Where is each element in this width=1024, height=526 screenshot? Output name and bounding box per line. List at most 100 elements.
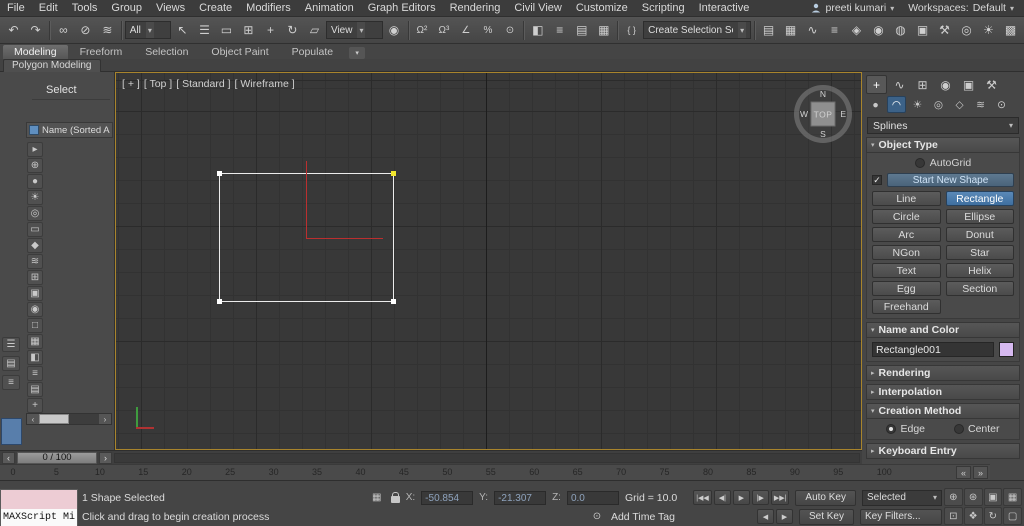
use-pivot-point-center[interactable]: ◉ (384, 20, 405, 41)
render-production[interactable]: ▣ (912, 20, 933, 41)
field-of-view[interactable]: ⊡ (944, 507, 963, 525)
render-in-cloud[interactable]: ◎ (956, 20, 977, 41)
redo[interactable]: ↷ (25, 20, 46, 41)
viewcube-west[interactable]: W (800, 109, 808, 119)
render-iterative[interactable]: ⚒ (934, 20, 955, 41)
menu-item[interactable]: Civil View (507, 0, 568, 16)
filter-containers[interactable]: □ (27, 318, 43, 333)
bind-to-space-warp[interactable]: ≋ (97, 20, 118, 41)
motion[interactable]: ◉ (935, 75, 956, 94)
listener-text[interactable]: MAXScript Mi (1, 509, 77, 526)
named-selection-set-dropdown[interactable]: Create Selection Se ▾ (643, 21, 751, 39)
open-autodesk-app[interactable]: ☀ (978, 20, 999, 41)
scroll-right-icon[interactable]: › (99, 414, 111, 424)
scrollbar-track[interactable] (69, 414, 99, 424)
set-key-button[interactable]: Set Key (799, 509, 854, 525)
material-editor[interactable]: ◈ (846, 20, 867, 41)
filter-lights[interactable]: ☀ (27, 190, 43, 205)
percent-snap[interactable]: % (477, 20, 498, 41)
viewport-top[interactable]: [ + ][ Top ][ Standard ][ Wireframe ] N … (115, 72, 862, 450)
time-slider-handle[interactable]: 0 / 100 (17, 452, 97, 464)
y-coordinate-field[interactable]: -21.307 (494, 491, 546, 505)
ribbon-tab[interactable]: Selection (134, 45, 199, 59)
menu-item[interactable]: Create (192, 0, 239, 16)
schematic-view[interactable]: ∿ (802, 20, 823, 41)
select-by-name[interactable]: ☰ (194, 20, 215, 41)
menu-item[interactable]: Modifiers (239, 0, 298, 16)
shape-type-button[interactable]: Section (946, 281, 1015, 296)
scene-explorer-title[interactable]: Select (32, 82, 110, 100)
menu-item[interactable]: Edit (32, 0, 65, 16)
ribbon-tab[interactable]: Object Paint (200, 45, 279, 59)
layer-manager[interactable]: ▤ (571, 20, 592, 41)
render-last[interactable]: ▩ (1000, 20, 1021, 41)
shape-type-button[interactable]: Circle (872, 209, 941, 224)
shape-type-button[interactable]: Helix (946, 263, 1015, 278)
previous-frame[interactable]: ◀| (714, 490, 731, 505)
tab-polygon-modeling[interactable]: Polygon Modeling (3, 59, 101, 72)
horizontal-scrollbar[interactable]: ‹ › (26, 413, 112, 425)
menu-item[interactable]: Interactive (692, 0, 757, 16)
go-to-start[interactable]: |◀◀ (693, 490, 712, 505)
viewport-menu-shading[interactable]: [ Wireframe ] (235, 78, 295, 90)
viewcube-south[interactable]: S (820, 129, 826, 139)
vertex-handle-selected[interactable] (391, 171, 396, 176)
listener-macro-pane[interactable] (1, 490, 77, 509)
curve-editor[interactable]: ▦ (780, 20, 801, 41)
viewcube-east[interactable]: E (840, 109, 846, 119)
scrollbar-thumb[interactable] (39, 414, 69, 424)
window-crossing[interactable]: ⊞ (238, 20, 259, 41)
snap-toggle-3d[interactable]: Ω³ (433, 20, 454, 41)
display-influences[interactable]: ◧ (27, 350, 43, 365)
zoom-extents[interactable]: ▣ (984, 488, 1003, 506)
user-account-menu[interactable]: preeti kumari ▾ (805, 0, 900, 16)
shape-type-button[interactable]: Star (946, 245, 1015, 260)
filter-groups[interactable]: ⊞ (27, 270, 43, 285)
viewcube-top-face[interactable]: TOP (811, 102, 836, 127)
shape-type-button[interactable]: Arc (872, 227, 941, 242)
menu-item[interactable]: Customize (569, 0, 635, 16)
key-mode-dropdown[interactable]: Selected ▾ (862, 490, 942, 506)
filter-shapes[interactable]: ▭ (27, 222, 43, 237)
ribbon-options-dropdown[interactable]: ▾ (349, 47, 365, 59)
mirror[interactable]: ◧ (527, 20, 548, 41)
filter-space-warps[interactable]: ≋ (27, 254, 43, 269)
shape-type-button[interactable]: Egg (872, 281, 941, 296)
scene-explorer-toggle[interactable]: ▦ (593, 20, 614, 41)
rectangular-selection-region[interactable]: ▭ (216, 20, 237, 41)
spline-category-dropdown[interactable]: Splines ▾ (867, 117, 1019, 134)
edge-option[interactable]: Edge (886, 423, 925, 435)
shape-type-button[interactable]: Line (872, 191, 941, 206)
pan[interactable]: ❖ (964, 507, 983, 525)
zoom-extents-all[interactable]: ▦ (1003, 488, 1022, 506)
select-and-scale[interactable]: ▱ (304, 20, 325, 41)
shape-type-button[interactable]: Rectangle (946, 191, 1015, 206)
time-slider-right-icon[interactable]: › (99, 452, 112, 464)
add-filter[interactable]: + (27, 398, 43, 413)
isolate-selection-icon[interactable]: ▦ (369, 490, 385, 505)
shape-type-button[interactable]: NGon (872, 245, 941, 260)
shape-type-button[interactable]: Ellipse (946, 209, 1015, 224)
angle-snap[interactable]: ∠ (455, 20, 476, 41)
filter-cameras[interactable]: ◎ (27, 206, 43, 221)
viewport-menu-general[interactable]: [ + ] (122, 78, 140, 90)
menu-item[interactable]: Animation (298, 0, 361, 16)
shapes[interactable]: ◠ (887, 96, 906, 113)
object-name-field[interactable]: Rectangle001 (872, 342, 994, 357)
shape-type-button[interactable]: Donut (946, 227, 1015, 242)
space-warps[interactable]: ≋ (971, 96, 990, 113)
filter-materials[interactable]: ▦ (27, 334, 43, 349)
zoom[interactable]: ⊕ (944, 488, 963, 506)
start-new-shape-button[interactable]: Start New Shape (887, 173, 1014, 187)
selection-lock-icon[interactable] (391, 496, 400, 503)
key-filters-button[interactable]: Key Filters... (860, 509, 942, 525)
align[interactable]: ≡ (549, 20, 570, 41)
select-and-link[interactable]: ∞ (53, 20, 74, 41)
rollout-header[interactable]: ▾ Name and Color (866, 322, 1020, 338)
select-and-rotate[interactable]: ↻ (282, 20, 303, 41)
center-option[interactable]: Center (954, 423, 1000, 435)
systems[interactable]: ⊙ (992, 96, 1011, 113)
create[interactable]: + (866, 75, 887, 94)
object-color-swatch[interactable] (999, 342, 1014, 357)
zoom-all[interactable]: ⊛ (964, 488, 983, 506)
